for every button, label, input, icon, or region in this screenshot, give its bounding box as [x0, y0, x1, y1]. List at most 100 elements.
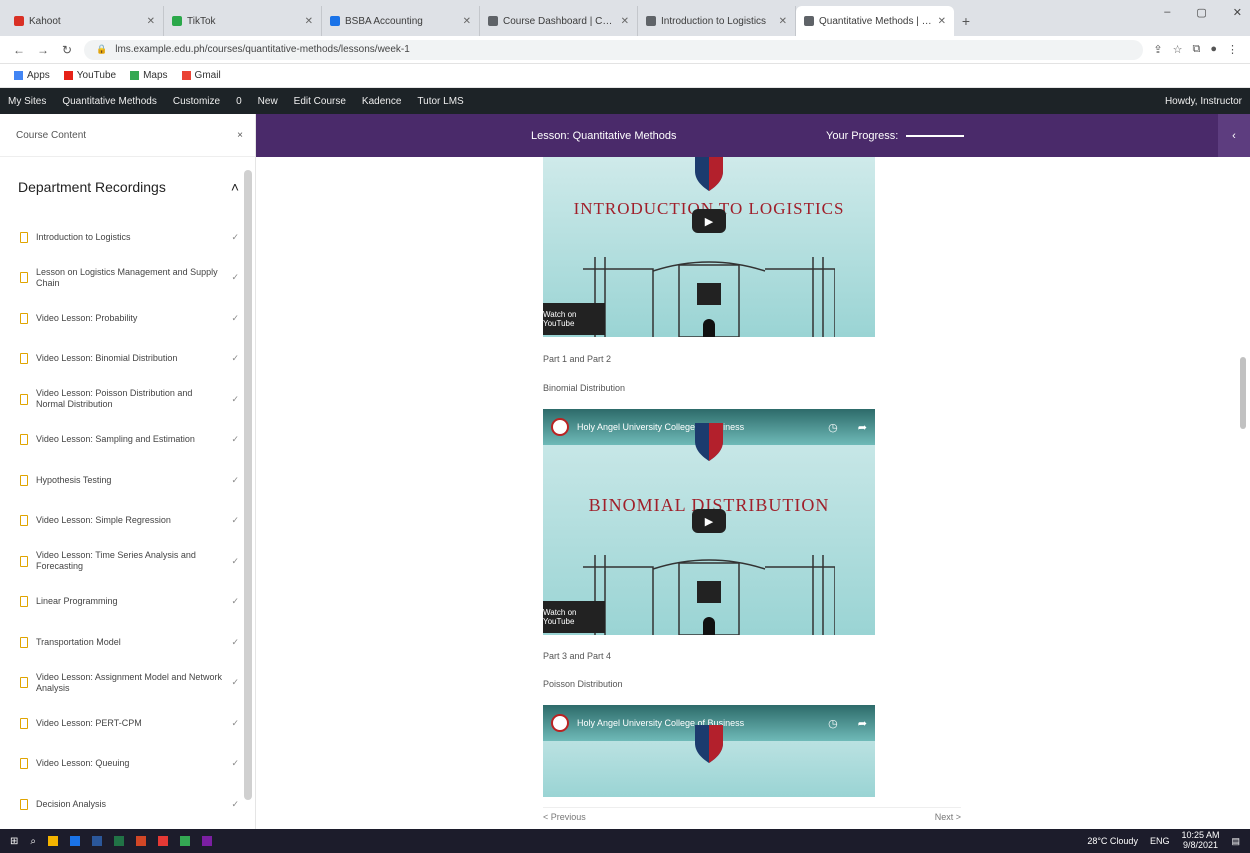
reload-icon[interactable]: ↻ — [60, 43, 74, 57]
language-indicator[interactable]: ENG — [1150, 836, 1170, 846]
close-icon[interactable]: × — [237, 130, 243, 141]
browser-tab[interactable]: BSBA Accounting ✕ — [322, 6, 480, 36]
url-input[interactable]: 🔒 lms.example.edu.ph/courses/quantitativ… — [84, 39, 1144, 60]
wp-admin-item[interactable]: My Sites — [8, 96, 46, 107]
wp-admin-item[interactable]: Tutor LMS — [417, 96, 463, 107]
teams-icon[interactable] — [202, 836, 212, 846]
bookmark-item[interactable]: Gmail — [181, 70, 221, 81]
maximize-button[interactable]: ▢ — [1196, 6, 1206, 19]
excel-icon[interactable] — [114, 836, 124, 846]
watch-later-icon[interactable]: ◷ — [828, 717, 838, 730]
sidebar-lesson-item[interactable]: Video Lesson: Sampling and Estimation ✓ — [0, 420, 255, 461]
wp-admin-item[interactable]: 0 — [236, 96, 242, 107]
previous-link[interactable]: < Previous — [543, 812, 586, 822]
browser-tab[interactable]: TikTok ✕ — [164, 6, 322, 36]
lesson-icon — [20, 474, 28, 486]
clock[interactable]: 10:25 AM 9/8/2021 — [1181, 830, 1219, 851]
profile-icon[interactable]: ● — [1210, 43, 1217, 56]
browser-tab[interactable]: Introduction to Logistics ✕ — [638, 6, 796, 36]
tab-label: BSBA Accounting — [345, 15, 423, 27]
powerpoint-icon[interactable] — [136, 836, 146, 846]
menu-icon[interactable]: ⋮ — [1227, 43, 1238, 56]
play-button[interactable]: ▶ — [692, 209, 726, 233]
page-scrollbar[interactable] — [1240, 357, 1246, 429]
building-illustration — [583, 257, 835, 337]
share-icon[interactable]: ➦ — [858, 421, 867, 434]
wp-admin-item[interactable]: Edit Course — [294, 96, 346, 107]
extensions-icon[interactable]: ⧉ — [1192, 43, 1200, 56]
section-toggle[interactable]: Department Recordings ˄ — [0, 157, 255, 217]
word-icon[interactable] — [92, 836, 102, 846]
bookmark-item[interactable]: Apps — [14, 70, 50, 81]
channel-logo-icon[interactable] — [551, 418, 569, 436]
close-window-button[interactable]: ✕ — [1233, 6, 1242, 19]
new-tab-button[interactable]: + — [954, 6, 978, 36]
pdf-icon[interactable] — [158, 836, 168, 846]
tab-favicon-icon — [172, 16, 182, 26]
windows-taskbar: ⊞ ⌕ 28°C Cloudy ENG 10:25 AM 9/8/2021 ▤ — [0, 829, 1250, 853]
star-icon[interactable]: ☆ — [1173, 43, 1183, 56]
close-tab-icon[interactable]: ✕ — [779, 16, 787, 27]
notification-icon[interactable]: ▤ — [1231, 836, 1240, 847]
sidebar-lesson-item[interactable]: Video Lesson: Simple Regression ✓ — [0, 501, 255, 542]
browser-tab[interactable]: Quantitative Methods | Courses ✕ — [796, 6, 954, 36]
edge-icon[interactable] — [70, 836, 80, 846]
minimize-button[interactable]: – — [1164, 6, 1170, 19]
sidebar-lesson-item[interactable]: Video Lesson: Queuing ✓ — [0, 744, 255, 785]
wp-admin-item[interactable]: Customize — [173, 96, 220, 107]
browser-tab[interactable]: Kahoot ✕ — [6, 6, 164, 36]
watch-later-icon[interactable]: ◷ — [828, 421, 838, 434]
sidebar-lesson-item[interactable]: Video Lesson: Assignment Model and Netwo… — [0, 663, 255, 704]
sidebar-lesson-item[interactable]: Video Lesson: Binomial Distribution ✓ — [0, 339, 255, 380]
file-explorer-icon[interactable] — [48, 836, 58, 846]
play-button[interactable]: ▶ — [692, 509, 726, 533]
channel-logo-icon[interactable] — [551, 714, 569, 732]
sidebar-lesson-item[interactable]: Video Lesson: Probability ✓ — [0, 298, 255, 339]
video-embed-2[interactable]: Holy Angel University College of Busines… — [543, 409, 875, 635]
sidebar-lesson-item[interactable]: Lesson on Logistics Management and Suppl… — [0, 258, 255, 299]
back-icon[interactable]: ← — [12, 43, 26, 57]
search-icon[interactable]: ⌕ — [30, 836, 36, 847]
share-icon[interactable]: ➦ — [858, 717, 867, 730]
watch-on-youtube-button[interactable]: Watch on YouTube — [543, 303, 605, 335]
close-tab-icon[interactable]: ✕ — [305, 16, 313, 27]
caption: Poisson Distribution — [543, 679, 623, 689]
forward-icon[interactable]: → — [36, 43, 50, 57]
wp-admin-item[interactable]: Quantitative Methods — [62, 96, 157, 107]
start-icon[interactable]: ⊞ — [10, 836, 18, 847]
watch-on-youtube-button[interactable]: Watch on YouTube — [543, 601, 605, 633]
next-link[interactable]: Next > — [935, 812, 961, 822]
sidebar-lesson-item[interactable]: Video Lesson: PERT-CPM ✓ — [0, 703, 255, 744]
bookmark-item[interactable]: YouTube — [63, 70, 116, 81]
wp-admin-item[interactable]: Kadence — [362, 96, 401, 107]
sidebar-lesson-item[interactable]: Decision Analysis ✓ — [0, 784, 255, 825]
lesson-label: Video Lesson: Binomial Distribution — [36, 353, 178, 364]
close-tab-icon[interactable]: ✕ — [463, 16, 471, 27]
close-tab-icon[interactable]: ✕ — [621, 16, 629, 27]
bookmark-icon — [181, 71, 191, 80]
exit-button[interactable]: ‹ — [1218, 114, 1250, 157]
play-icon: ▶ — [704, 215, 714, 228]
video-embed-1[interactable]: INTRODUCTION TO LOGISTICS ▶ Watch on You… — [543, 157, 875, 337]
sidebar-lesson-item[interactable]: Video Lesson: Time Series Analysis and F… — [0, 541, 255, 582]
wp-admin-greeting[interactable]: Howdy, Instructor — [1165, 96, 1242, 107]
close-tab-icon[interactable]: ✕ — [938, 16, 946, 27]
lesson-icon — [20, 636, 28, 648]
sidebar-lesson-item[interactable]: Linear Programming ✓ — [0, 582, 255, 623]
sidebar-lesson-item[interactable]: Video Lesson: Poisson Distribution and N… — [0, 379, 255, 420]
share-icon[interactable]: ⇪ — [1153, 43, 1162, 56]
wp-admin-item[interactable]: New — [258, 96, 278, 107]
crest-icon — [695, 423, 723, 461]
sidebar-lesson-item[interactable]: Hypothesis Testing ✓ — [0, 460, 255, 501]
browser-tab[interactable]: Course Dashboard | Canvas ✕ — [480, 6, 638, 36]
close-tab-icon[interactable]: ✕ — [147, 16, 155, 27]
chrome-icon[interactable] — [180, 836, 190, 846]
sidebar-scrollbar[interactable] — [244, 170, 252, 800]
lesson-status-icon: ✓ — [231, 434, 239, 445]
sidebar-lesson-item[interactable]: Introduction to Logistics ✓ — [0, 217, 255, 258]
bookmark-item[interactable]: Maps — [130, 70, 168, 81]
video-embed-3[interactable]: Holy Angel University College of Busines… — [543, 705, 875, 797]
weather-widget[interactable]: 28°C Cloudy — [1087, 836, 1138, 846]
section-title: Department Recordings — [18, 179, 166, 195]
sidebar-lesson-item[interactable]: Transportation Model ✓ — [0, 622, 255, 663]
